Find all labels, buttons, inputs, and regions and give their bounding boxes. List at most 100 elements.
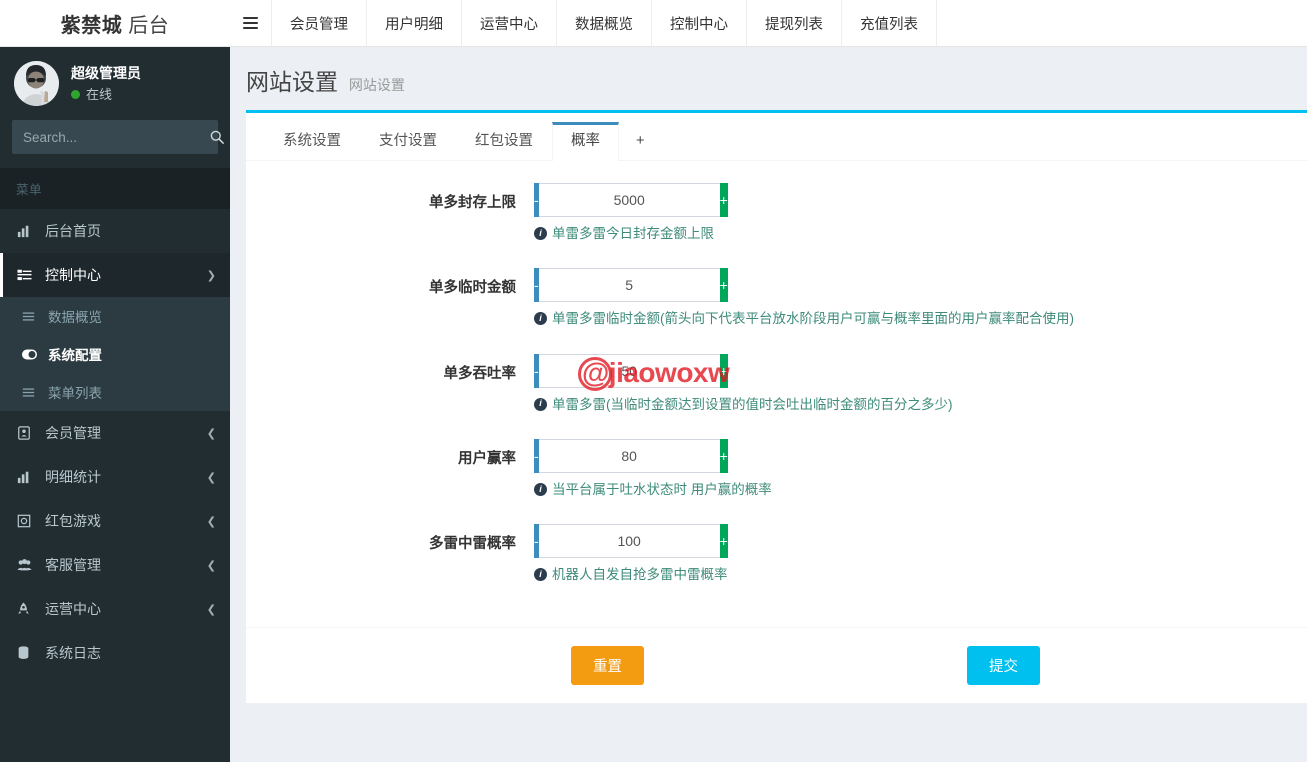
increment-button-temp-amount[interactable]: + <box>719 268 728 303</box>
sidebar-link-redpacket-game[interactable]: 红包游戏 ❮ <box>0 499 230 543</box>
control-temp-amount: - + i 单雷多雷临时金额(箭头向下代表平台放水阶段用户可赢与概率里面的用户赢… <box>534 268 1287 329</box>
label-user-win-rate: 用户赢率 <box>458 450 516 467</box>
spinner-seal-limit: - + <box>534 183 728 217</box>
chart-bar-icon <box>17 224 39 238</box>
tab-redpacket-settings[interactable]: 红包设置 <box>456 122 552 161</box>
sidebar-link-system-log[interactable]: 系统日志 <box>0 631 230 675</box>
search-icon <box>210 130 224 144</box>
info-icon: i <box>534 312 547 326</box>
topnav-item-recharge-list[interactable]: 充值列表 <box>842 0 937 46</box>
brand-logo[interactable]: 紫禁城 后台 <box>0 0 230 47</box>
help-throughput-rate: i 单雷多雷(当临时金额达到设置的值时会吐出临时金额的百分之多少) <box>534 395 1287 415</box>
sidebar-subitem-menu-list[interactable]: 菜单列表 <box>0 373 230 411</box>
sidebar-link-members[interactable]: 会员管理 ❮ <box>0 411 230 455</box>
sidebar-label-support: 客服管理 <box>45 557 101 573</box>
topnav-item-members[interactable]: 会员管理 <box>272 0 367 46</box>
sidebar: 超级管理员 在线 菜单 <box>0 47 230 762</box>
top-navbar: 会员管理 用户明细 运营中心 数据概览 控制中心 提现列表 充值列表 <box>230 0 1307 47</box>
increment-button-seal-limit[interactable]: + <box>719 183 728 217</box>
help-text-multi-mine-rate: 机器人自发自抢多雷中雷概率 <box>552 567 728 582</box>
control-user-win-rate: - + i 当平台属于吐水状态时 用户赢的概率 <box>534 438 1287 500</box>
label-throughput-rate: 单多吞吐率 <box>443 365 517 382</box>
brand-logo-text: 紫禁城 后台 <box>61 9 170 38</box>
help-text-throughput-rate: 单雷多雷(当临时金额达到设置的值时会吐出临时金额的百分之多少) <box>552 396 953 412</box>
tab-bar: 系统设置 支付设置 红包设置 概率 + <box>246 113 1307 161</box>
chevron-left-icon: ❮ <box>206 427 216 440</box>
reset-button[interactable]: 重置 <box>571 646 644 686</box>
help-text-temp-amount: 单雷多雷临时金额(箭头向下代表平台放水阶段用户可赢与概率里面的用户赢率配合使用) <box>552 311 1074 327</box>
spinner-user-win-rate: - + <box>534 438 728 473</box>
increment-button-multi-mine-rate[interactable]: + <box>719 524 728 558</box>
sidebar-item-redpacket-game: 红包游戏 ❮ <box>0 499 230 543</box>
list-ul-icon <box>17 268 39 282</box>
sidebar-subitem-system-config[interactable]: 系统配置 <box>0 335 230 373</box>
user-status-label: 在线 <box>86 86 113 102</box>
search-input[interactable] <box>13 129 210 145</box>
sidebar-link-control-center[interactable]: 控制中心 ❯ <box>0 253 230 297</box>
sidebar-link-home[interactable]: 后台首页 <box>0 209 230 253</box>
avatar-image <box>14 61 59 106</box>
input-seal-limit[interactable] <box>538 183 720 217</box>
topnav-item-user-details[interactable]: 用户明细 <box>367 0 462 46</box>
chevron-left-icon: ❮ <box>206 515 216 528</box>
sidebar-toggle-button[interactable] <box>230 0 272 46</box>
label-seal-limit: 单多封存上限 <box>429 195 516 211</box>
sidebar-sublabel-system-config: 系统配置 <box>48 348 102 363</box>
input-multi-mine-rate[interactable] <box>538 524 720 558</box>
sidebar-item-support: 客服管理 ❮ <box>0 543 230 587</box>
sidebar-subitem-data-overview[interactable]: 数据概览 <box>0 297 230 335</box>
sidebar-item-statistics: 明细统计 ❮ <box>0 455 230 499</box>
sidebar-submenu-control-center: 数据概览 系统配置 菜单列表 <box>0 297 230 411</box>
sidebar-label-members: 会员管理 <box>45 425 101 441</box>
sidebar-label-redpacket-game: 红包游戏 <box>45 513 101 529</box>
topnav-item-withdraw-list[interactable]: 提现列表 <box>747 0 842 46</box>
sidebar-item-operations: 运营中心 ❮ <box>0 587 230 631</box>
input-user-win-rate[interactable] <box>538 438 720 473</box>
chart-bar-icon <box>17 470 39 484</box>
sidebar-sublabel-data-overview: 数据概览 <box>48 310 102 325</box>
hamburger-icon <box>243 14 258 32</box>
tab-system-settings[interactable]: 系统设置 <box>264 122 360 161</box>
increment-button-throughput-rate[interactable]: + <box>719 353 728 388</box>
control-multi-mine-rate: - + i 机器人自发自抢多雷中雷概率 <box>534 524 1287 585</box>
page-subtitle: 网站设置 <box>348 77 405 93</box>
sidebar-link-statistics[interactable]: 明细统计 ❮ <box>0 455 230 499</box>
input-temp-amount[interactable] <box>538 268 720 303</box>
topnav-item-data-overview[interactable]: 数据概览 <box>557 0 652 46</box>
label-temp-amount: 单多临时金额 <box>429 280 516 297</box>
page-title: 网站设置 <box>246 69 338 95</box>
help-multi-mine-rate: i 机器人自发自抢多雷中雷概率 <box>534 565 1287 585</box>
form-row-user-win-rate: 用户赢率 - + i 当平台属于吐水状态时 用户赢的概率 <box>266 438 1287 500</box>
database-icon <box>17 646 39 660</box>
sidebar-item-members: 会员管理 ❮ <box>0 411 230 455</box>
avatar[interactable] <box>14 61 59 106</box>
users-icon <box>17 558 39 572</box>
tab-add-button[interactable]: + <box>619 122 661 161</box>
gamepad-icon <box>17 514 39 528</box>
spinner-throughput-rate: - + <box>534 353 728 388</box>
tab-payment-settings[interactable]: 支付设置 <box>360 122 456 161</box>
topnav-item-operations[interactable]: 运营中心 <box>462 0 557 46</box>
sidebar-label-home: 后台首页 <box>45 223 101 239</box>
sidebar-link-operations[interactable]: 运营中心 ❮ <box>0 587 230 631</box>
chevron-left-icon: ❮ <box>206 471 216 484</box>
increment-button-user-win-rate[interactable]: + <box>719 438 728 473</box>
control-throughput-rate: - + i 单雷多雷(当临时金额达到设置的值时会吐出临时金额的百分之多少) <box>534 353 1287 415</box>
topnav-item-control-center[interactable]: 控制中心 <box>652 0 747 46</box>
brand-name-light: 后台 <box>122 14 170 37</box>
sidebar-label-system-log: 系统日志 <box>45 645 101 661</box>
sidebar-section-header: 菜单 <box>0 168 230 209</box>
sidebar-link-support[interactable]: 客服管理 ❮ <box>0 543 230 587</box>
sidebar-nav: 后台首页 控制中心 ❯ 数据概览 系统配置 菜单列表 会员管理 ❮ 明细统计 ❮… <box>0 209 230 675</box>
form-row-temp-amount: 单多临时金额 - + i 单雷多雷临时金额(箭头向下代表平台放水阶段用户可赢与概… <box>266 268 1287 329</box>
rocket-icon <box>17 602 39 616</box>
input-throughput-rate[interactable] <box>538 353 720 388</box>
search-button[interactable] <box>210 121 224 153</box>
help-seal-limit: i 单雷多雷今日封存金额上限 <box>534 224 1287 244</box>
tab-probability[interactable]: 概率 <box>552 121 619 161</box>
help-text-seal-limit: 单雷多雷今日封存金额上限 <box>552 226 714 241</box>
help-text-user-win-rate: 当平台属于吐水状态时 用户赢的概率 <box>552 481 772 497</box>
chevron-left-icon: ❮ <box>206 559 216 572</box>
bars-icon <box>22 386 42 399</box>
submit-button[interactable]: 提交 <box>967 646 1040 686</box>
